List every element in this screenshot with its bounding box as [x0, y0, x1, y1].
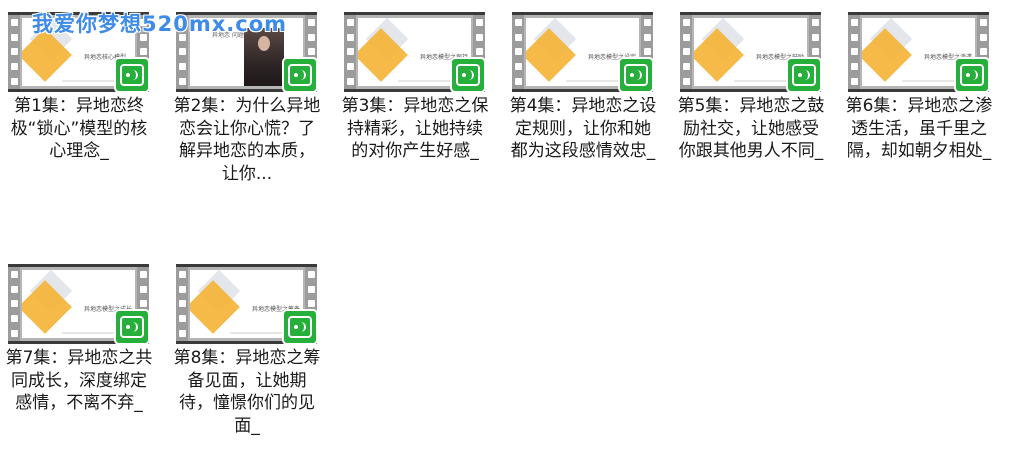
film-strip-left — [512, 15, 524, 89]
video-filename[interactable]: 第7集：异地恋之共同成长，深度绑定感情，不离不弃_ — [4, 347, 154, 415]
video-filename[interactable]: 第8集：异地恋之筹备见面，让她期待，憧憬你们的见面_ — [172, 347, 322, 437]
film-strip-left — [176, 267, 188, 341]
video-player-app-icon — [618, 57, 654, 93]
video-player-app-icon — [114, 57, 150, 93]
slide-line — [902, 80, 962, 82]
slide-line — [62, 80, 122, 82]
film-strip-left — [8, 267, 20, 341]
video-player-app-icon — [954, 57, 990, 93]
video-player-app-icon — [450, 57, 486, 93]
video-player-app-icon — [282, 57, 318, 93]
video-player-app-icon — [282, 309, 318, 345]
video-filename[interactable]: 第3集：异地恋之保持精彩，让她持续的对你产生好感_ — [340, 95, 490, 163]
film-strip-left — [680, 15, 692, 89]
slide-line — [230, 332, 290, 334]
film-strip-left — [848, 15, 860, 89]
slide-line — [398, 80, 458, 82]
video-file-grid: 异地恋核心模型 第1集：异地恋终极“锁心”模型的核心理念_ 异地恋 问题在哪里?… — [0, 0, 1031, 459]
video-filename[interactable]: 第1集：异地恋终极“锁心”模型的核心理念_ — [4, 95, 154, 163]
film-strip-left — [344, 15, 356, 89]
video-filename[interactable]: 第5集：异地恋之鼓励社交，让她感受你跟其他男人不同_ — [676, 95, 826, 163]
slide-line — [566, 80, 626, 82]
video-player-app-icon — [786, 57, 822, 93]
film-strip-left — [8, 15, 20, 89]
video-player-app-icon — [114, 309, 150, 345]
video-filename[interactable]: 第6集：异地恋之渗透生活，虽千里之隔，却如朝夕相处_ — [844, 95, 994, 163]
video-filename[interactable]: 第4集：异地恋之设定规则，让你和她都为这段感情效忠_ — [508, 95, 658, 163]
slide-line — [62, 332, 122, 334]
site-watermark: 我爱你梦想520mx.com — [32, 12, 287, 36]
slide-line — [734, 80, 794, 82]
video-filename[interactable]: 第2集：为什么异地恋会让你心慌？了解异地恋的本质，让你... — [172, 95, 322, 185]
